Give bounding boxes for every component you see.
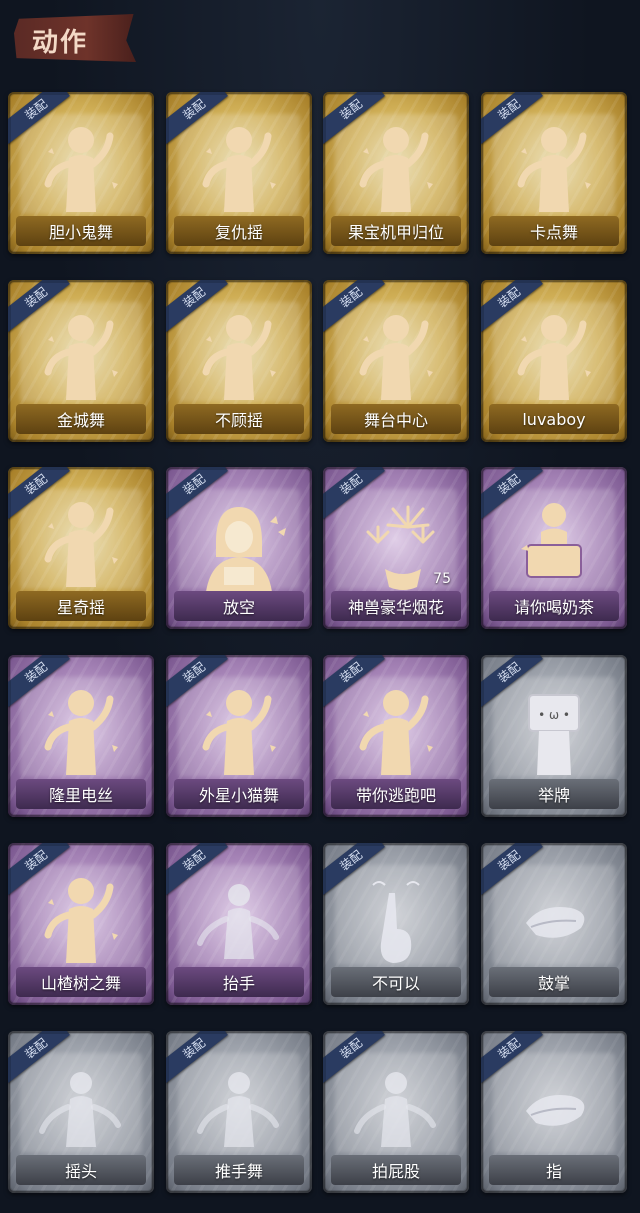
action-card[interactable]: 放空 装配 <box>166 467 312 629</box>
action-card[interactable]: 外星小猫舞 装配 <box>166 655 312 817</box>
card-frame <box>323 1031 469 1193</box>
card-frame <box>166 1031 312 1193</box>
action-card[interactable]: 星奇摇 装配 <box>8 467 154 629</box>
action-card[interactable]: 隆里电丝 装配 <box>8 655 154 817</box>
action-card[interactable]: 75 神兽豪华烟花 装配 <box>323 467 469 629</box>
action-card[interactable]: 舞台中心 装配 <box>323 280 469 442</box>
card-frame <box>481 280 627 442</box>
card-frame <box>8 280 154 442</box>
card-frame <box>8 843 154 1005</box>
card-frame <box>166 655 312 817</box>
card-frame <box>166 467 312 629</box>
action-card[interactable]: 抬手 装配 <box>166 843 312 1005</box>
card-frame <box>323 655 469 817</box>
action-card[interactable]: 带你逃跑吧 装配 <box>323 655 469 817</box>
action-card[interactable]: • ω • 举牌 装配 <box>481 655 627 817</box>
action-card[interactable]: 果宝机甲归位 装配 <box>323 92 469 254</box>
action-card[interactable]: 指装配 <box>481 1031 627 1193</box>
card-frame <box>481 1031 627 1193</box>
card-frame <box>323 843 469 1005</box>
card-frame <box>323 467 469 629</box>
action-card[interactable]: 金城舞 装配 <box>8 280 154 442</box>
action-card[interactable]: 胆小鬼舞 装配 <box>8 92 154 254</box>
action-card[interactable]: 鼓掌 装配 <box>481 843 627 1005</box>
action-card[interactable]: 摇头 装配 <box>8 1031 154 1193</box>
card-frame <box>8 1031 154 1193</box>
card-frame <box>323 92 469 254</box>
action-card[interactable]: 不可以 装配 <box>323 843 469 1005</box>
action-grid: 胆小鬼舞 装配 复仇摇 装配 果宝机甲归位 装配 卡点舞 装配 金城舞 装配 不顾摇 装配 … <box>0 0 640 1213</box>
card-frame <box>8 92 154 254</box>
card-frame <box>8 655 154 817</box>
action-card[interactable]: 卡点舞 装配 <box>481 92 627 254</box>
action-card[interactable]: 推手舞 装配 <box>166 1031 312 1193</box>
action-card[interactable]: 拍屁股 装配 <box>323 1031 469 1193</box>
card-frame <box>166 280 312 442</box>
action-card[interactable]: 山楂树之舞 装配 <box>8 843 154 1005</box>
action-card[interactable]: 不顾摇 装配 <box>166 280 312 442</box>
card-frame <box>166 92 312 254</box>
action-card[interactable]: 复仇摇 装配 <box>166 92 312 254</box>
card-frame <box>166 843 312 1005</box>
card-frame <box>481 92 627 254</box>
card-frame <box>481 655 627 817</box>
card-frame <box>323 280 469 442</box>
card-frame <box>481 843 627 1005</box>
action-card[interactable]: 请你喝奶茶 装配 <box>481 467 627 629</box>
action-card[interactable]: luvaboy 装配 <box>481 280 627 442</box>
card-frame <box>481 467 627 629</box>
card-frame <box>8 467 154 629</box>
